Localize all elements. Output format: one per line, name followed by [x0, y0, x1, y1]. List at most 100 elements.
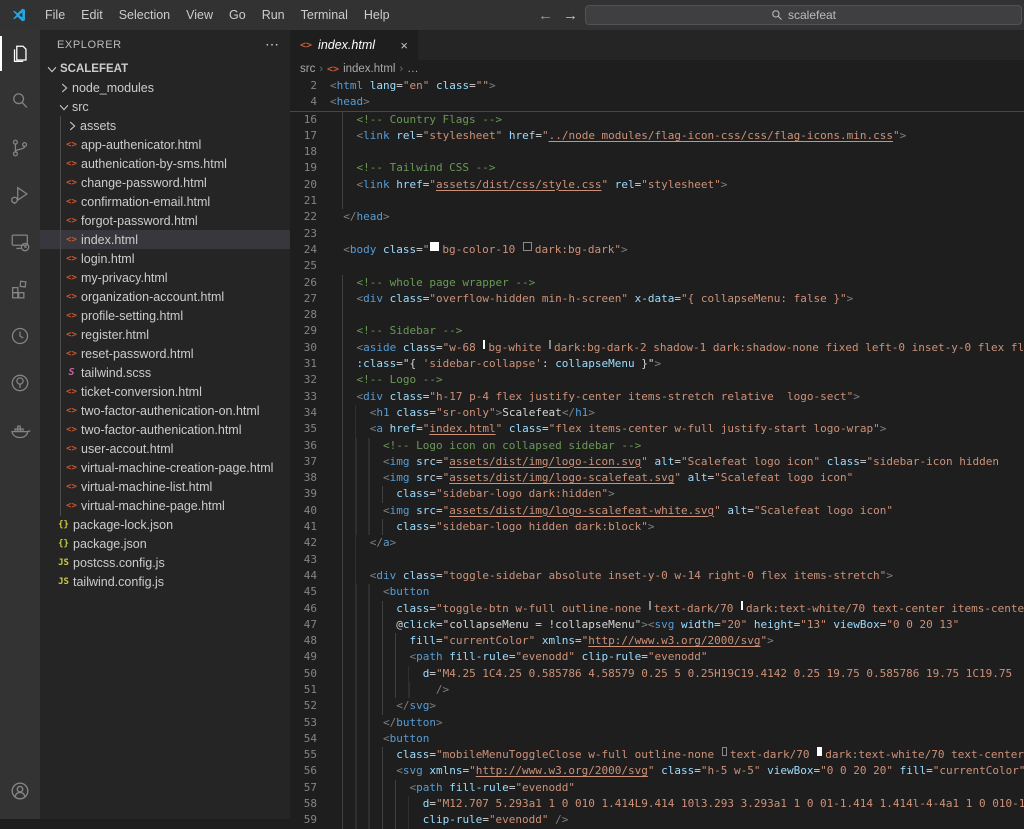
- code-line-38: 38<img src="assets/dist/img/logo-scalefe…: [290, 470, 1024, 486]
- color-swatch-dark: [523, 242, 532, 251]
- code-line-58: 58d="M12.707 5.293a1 1 0 010 1.414L9.414…: [290, 796, 1024, 812]
- code-line-36: 36<!-- Logo icon on collapsed sidebar --…: [290, 438, 1024, 454]
- html-file-icon: <>: [64, 235, 79, 245]
- nav-back-icon[interactable]: ←: [538, 7, 553, 24]
- tree-item-profile-setting-html[interactable]: <>profile-setting.html: [40, 306, 290, 325]
- tree-item-assets[interactable]: assets: [40, 116, 290, 135]
- tree-item-login-html[interactable]: <>login.html: [40, 249, 290, 268]
- explorer-header: EXPLORER ⋯: [40, 30, 290, 59]
- command-center-search[interactable]: scalefeat: [585, 5, 1022, 25]
- line-number: 56: [290, 763, 330, 779]
- tree-item-authenication-by-sms-html[interactable]: <>authenication-by-sms.html: [40, 154, 290, 173]
- breadcrumb-item-index-html[interactable]: index.html: [343, 63, 395, 75]
- tree-item-package-json[interactable]: {}package.json: [40, 534, 290, 553]
- line-number: 21: [290, 193, 330, 209]
- tree-item-organization-account-html[interactable]: <>organization-account.html: [40, 287, 290, 306]
- line-number: 24: [290, 242, 330, 258]
- line-number: 32: [290, 372, 330, 388]
- account-icon[interactable]: [0, 769, 40, 813]
- code-line-22: 22</head>: [290, 209, 1024, 225]
- tab-index-html[interactable]: <> index.html ×: [290, 30, 418, 60]
- menu-view[interactable]: View: [178, 0, 221, 30]
- search-icon[interactable]: [0, 77, 40, 124]
- docker-icon[interactable]: [0, 406, 40, 453]
- explorer-title: EXPLORER: [57, 39, 265, 51]
- tree-item-tailwind-scss[interactable]: Stailwind.scss: [40, 363, 290, 382]
- line-number: 35: [290, 421, 330, 437]
- tree-item-my-privacy-html[interactable]: <>my-privacy.html: [40, 268, 290, 287]
- nav-forward-icon[interactable]: →: [563, 7, 578, 24]
- tree-item-reset-password-html[interactable]: <>reset-password.html: [40, 344, 290, 363]
- code-line-43: 43: [290, 552, 1024, 568]
- tree-item-register-html[interactable]: <>register.html: [40, 325, 290, 344]
- json-file-icon: {}: [56, 520, 71, 530]
- code-line-37: 37<img src="assets/dist/img/logo-icon.sv…: [290, 454, 1024, 470]
- menu-run[interactable]: Run: [254, 0, 293, 30]
- chevron-right-icon: [56, 80, 72, 96]
- vscode-logo-icon: [11, 7, 27, 23]
- menu-edit[interactable]: Edit: [73, 0, 111, 30]
- code-line-55: 55class="mobileMenuToggleClose w-full ou…: [290, 747, 1024, 763]
- extensions-icon[interactable]: [0, 265, 40, 312]
- code-line-35: 35<a href="index.html" class="flex items…: [290, 421, 1024, 437]
- tree-root-scalefeat[interactable]: SCALEFEAT: [40, 59, 290, 78]
- line-number: 46: [290, 601, 330, 617]
- explorer-icon[interactable]: [0, 30, 40, 77]
- tree-item-virtual-machine-page-html[interactable]: <>virtual-machine-page.html: [40, 496, 290, 515]
- tree-item-change-password-html[interactable]: <>change-password.html: [40, 173, 290, 192]
- tree-item-postcss-config-js[interactable]: JSpostcss.config.js: [40, 553, 290, 572]
- tree-item-src[interactable]: src: [40, 97, 290, 116]
- tree-item-node-modules[interactable]: node_modules: [40, 78, 290, 97]
- tree-item-app-authenicator-html[interactable]: <>app-authenicator.html: [40, 135, 290, 154]
- code-editor[interactable]: 16<!-- Country Flags -->17<link rel="sty…: [290, 112, 1024, 829]
- code-line-23: 23: [290, 226, 1024, 242]
- code-line-4: 4<head>: [290, 94, 1024, 110]
- tree-item-confirmation-email-html[interactable]: <>confirmation-email.html: [40, 192, 290, 211]
- title-bar: FileEditSelectionViewGoRunTerminalHelp ←…: [0, 0, 1024, 30]
- tree-item-package-lock-json[interactable]: {}package-lock.json: [40, 515, 290, 534]
- menu-go[interactable]: Go: [221, 0, 254, 30]
- code-line-16: 16<!-- Country Flags -->: [290, 112, 1024, 128]
- html-file-icon: <>: [64, 482, 79, 492]
- explorer-actions-icon[interactable]: ⋯: [265, 36, 280, 53]
- tree-item-label: two-factor-authenication-on.html: [81, 404, 260, 418]
- line-number: 52: [290, 698, 330, 714]
- line-number: 20: [290, 177, 330, 193]
- menu-file[interactable]: File: [37, 0, 73, 30]
- tree-item-label: index.html: [81, 233, 138, 247]
- menu-selection[interactable]: Selection: [111, 0, 178, 30]
- todo-tree-icon[interactable]: [0, 359, 40, 406]
- remote-explorer-icon[interactable]: [0, 218, 40, 265]
- tree-item-label: package-lock.json: [73, 518, 173, 532]
- line-number: 22: [290, 209, 330, 225]
- tab-label: index.html: [318, 38, 392, 52]
- tree-item-tailwind-config-js[interactable]: JStailwind.config.js: [40, 572, 290, 591]
- tree-item-label: login.html: [81, 252, 135, 266]
- sass-file-icon: S: [64, 367, 79, 378]
- source-control-icon[interactable]: [0, 124, 40, 171]
- html-file-icon: <>: [64, 406, 79, 416]
- code-line-49: 49<path fill-rule="evenodd" clip-rule="e…: [290, 649, 1024, 665]
- code-line-26: 26<!-- whole page wrapper -->: [290, 275, 1024, 291]
- tree-item-two-factor-authenication-html[interactable]: <>two-factor-authenication.html: [40, 420, 290, 439]
- close-icon[interactable]: ×: [398, 38, 410, 53]
- run-and-debug-icon[interactable]: [0, 171, 40, 218]
- live-server-icon[interactable]: [0, 312, 40, 359]
- tree-item-index-html[interactable]: <>index.html: [40, 230, 290, 249]
- tree-item-label: profile-setting.html: [81, 309, 183, 323]
- tree-item-virtual-machine-list-html[interactable]: <>virtual-machine-list.html: [40, 477, 290, 496]
- tree-item-label: tailwind.config.js: [73, 575, 164, 589]
- tree-item-user-accout-html[interactable]: <>user-accout.html: [40, 439, 290, 458]
- tree-item-ticket-conversion-html[interactable]: <>ticket-conversion.html: [40, 382, 290, 401]
- search-text: scalefeat: [788, 8, 836, 22]
- tree-item-two-factor-authenication-on-html[interactable]: <>two-factor-authenication-on.html: [40, 401, 290, 420]
- html-file-icon: <>: [64, 444, 79, 454]
- menu-terminal[interactable]: Terminal: [293, 0, 356, 30]
- line-number: 43: [290, 552, 330, 568]
- menu-help[interactable]: Help: [356, 0, 398, 30]
- breadcrumb-item--[interactable]: …: [407, 63, 419, 75]
- tree-item-forgot-password-html[interactable]: <>forgot-password.html: [40, 211, 290, 230]
- tree-item-virtual-machine-creation-page-html[interactable]: <>virtual-machine-creation-page.html: [40, 458, 290, 477]
- breadcrumb-item-src[interactable]: src: [300, 63, 315, 75]
- code-line-19: 19<!-- Tailwind CSS -->: [290, 160, 1024, 176]
